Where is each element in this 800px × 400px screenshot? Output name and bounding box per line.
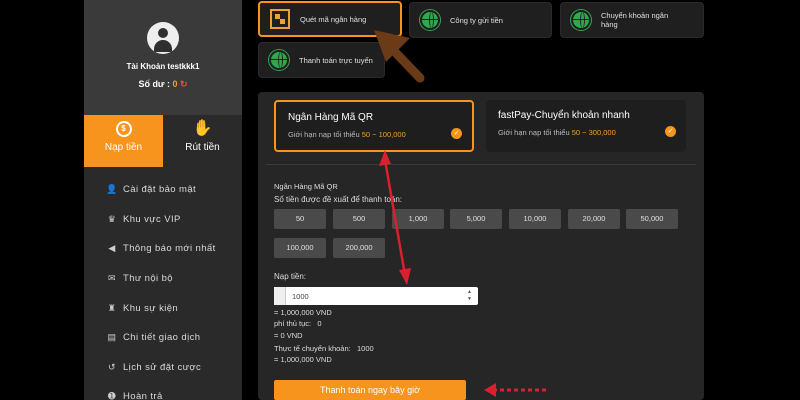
globe-icon xyxy=(269,50,289,70)
balance: Số dư : 0 ↻ xyxy=(84,79,242,90)
method-label: Thanh toán trực tuyến xyxy=(299,55,373,65)
amount-input-box: ▲▼ xyxy=(274,287,478,305)
amount-option[interactable]: 50 xyxy=(274,209,326,229)
amount-option[interactable]: 1,000 xyxy=(392,209,444,229)
deposit-label: Nạp tiền: xyxy=(274,272,307,281)
tab-withdraw[interactable]: ✋ Rút tiền xyxy=(163,115,242,167)
sidebar-item-inbox[interactable]: ✉ Thư nội bộ xyxy=(84,264,242,294)
sidebar-item-refund[interactable]: ➊ Hoàn trả xyxy=(84,382,242,400)
amount-option[interactable]: 500 xyxy=(333,209,385,229)
tab-deposit[interactable]: $ Nạp tiền xyxy=(84,115,163,167)
bank-limit-range: 50 ~ 300,000 xyxy=(571,128,616,137)
tab-withdraw-label: Rút tiền xyxy=(185,142,220,153)
withdraw-icon: ✋ xyxy=(192,120,213,137)
amount-option[interactable]: 200,000 xyxy=(333,238,385,258)
method-company-deposit[interactable]: Công ty gửi tiền xyxy=(409,2,552,38)
bank-card-fastpay[interactable]: fastPay-Chuyển khoản nhanh Giới hạn nạp … xyxy=(486,100,686,152)
balance-label: Số dư : xyxy=(138,79,170,89)
deposit-icon: $ xyxy=(115,121,132,137)
sidebar-item-label: Chi tiết giao dịch xyxy=(123,332,201,344)
actual-value: 1000 xyxy=(357,344,374,353)
divider xyxy=(266,164,696,165)
amount-input[interactable] xyxy=(292,289,452,303)
section-title: Ngân Hàng Mã QR xyxy=(274,182,338,191)
method-label: Công ty gửi tiền xyxy=(450,15,503,25)
sidebar-item-label: Thông báo mới nhất xyxy=(123,243,216,255)
check-icon: ✓ xyxy=(665,126,676,137)
sidebar-item-events[interactable]: ♜ Khu sự kiện xyxy=(84,293,242,323)
refund-icon: ➊ xyxy=(108,391,116,400)
globe-icon xyxy=(420,10,440,30)
fee-label: phí thủ tục: xyxy=(274,319,312,328)
bank-limit: Giới hạn nạp tối thiểu 50 ~ 100,000 xyxy=(288,130,460,139)
deposit-panel: Ngân Hàng Mã QR Giới hạn nạp tối thiểu 5… xyxy=(258,92,704,400)
fee-value: 0 xyxy=(317,319,322,328)
amount-equiv: = 1,000,000 VND xyxy=(274,308,332,317)
method-label: Quét mã ngân hàng xyxy=(300,14,367,24)
sidebar-item-label: Hoàn trả xyxy=(123,391,163,400)
sidebar-item-vip[interactable]: ♛ Khu vực VIP xyxy=(84,205,242,235)
sidebar-item-transactions[interactable]: ▤ Chi tiết giao dịch xyxy=(84,323,242,353)
sidebar-item-label: Cài đặt bảo mật xyxy=(123,184,197,196)
suggest-label: Số tiền được đề xuất để thanh toán: xyxy=(274,195,403,204)
bank-card-qr[interactable]: Ngân Hàng Mã QR Giới hạn nạp tối thiểu 5… xyxy=(274,100,474,152)
sidebar-item-news[interactable]: ◀ Thông báo mới nhất xyxy=(84,234,242,264)
sidebar-item-label: Khu vực VIP xyxy=(123,213,181,225)
amount-option[interactable]: 20,000 xyxy=(568,209,620,229)
bank-limit-label: Giới hạn nạp tối thiểu xyxy=(498,128,570,137)
sidebar: Tài Khoản testkkk1 Số dư : 0 ↻ $ Nạp tiề… xyxy=(84,0,242,400)
wallet-tabs: $ Nạp tiền ✋ Rút tiền xyxy=(84,115,242,167)
history-icon: ↺ xyxy=(108,361,116,372)
amount-option[interactable]: 50,000 xyxy=(626,209,678,229)
megaphone-icon: ◀ xyxy=(108,243,116,254)
tab-deposit-label: Nạp tiền xyxy=(104,142,143,153)
method-bank-transfer[interactable]: Chuyển khoản ngân hàng xyxy=(560,2,704,38)
sidebar-menu: 👤 Cài đặt bảo mật ♛ Khu vực VIP ◀ Thông báo… xyxy=(84,175,242,400)
user-lock-icon: 👤 xyxy=(106,184,118,195)
bank-title: fastPay-Chuyển khoản nhanh xyxy=(498,110,630,121)
bank-limit-range: 50 ~ 100,000 xyxy=(361,130,406,139)
bank-title: Ngân Hàng Mã QR xyxy=(288,112,374,123)
sidebar-item-label: Thư nội bộ xyxy=(123,273,173,285)
globe-icon xyxy=(571,10,591,30)
refresh-icon[interactable]: ↻ xyxy=(180,79,188,89)
amount-option[interactable]: 5,000 xyxy=(450,209,502,229)
account-name: Tài Khoản testkkk1 xyxy=(126,62,200,71)
actual-equiv: = 1,000,000 VND xyxy=(274,355,332,364)
bank-limit: Giới hạn nạp tối thiểu 50 ~ 300,000 xyxy=(498,128,674,137)
balance-value: 0 xyxy=(172,79,178,89)
spinner-icon[interactable]: ▲ ▼ xyxy=(467,289,472,303)
input-handle xyxy=(274,287,286,305)
method-qr-bank[interactable]: Quét mã ngân hàng xyxy=(258,1,402,37)
fee-row: phí thủ tục: 0 xyxy=(274,319,322,328)
sidebar-item-label: Lịch sử đặt cược xyxy=(123,361,202,373)
pay-now-button[interactable]: Thanh toán ngay bây giờ xyxy=(274,380,466,400)
trophy-icon: ♜ xyxy=(107,302,117,313)
method-online-payment[interactable]: Thanh toán trực tuyến xyxy=(258,42,385,78)
document-icon: ▤ xyxy=(107,332,117,343)
actual-label: Thực tế chuyển khoản: xyxy=(274,344,351,353)
actual-row: Thực tế chuyển khoản: 1000 xyxy=(274,344,374,353)
check-icon: ✓ xyxy=(451,128,462,139)
profile-section: Tài Khoản testkkk1 Số dư : 0 ↻ xyxy=(84,0,242,115)
sidebar-item-security[interactable]: 👤 Cài đặt bảo mật xyxy=(84,175,242,205)
bank-limit-label: Giới hạn nạp tối thiểu xyxy=(288,130,360,139)
sidebar-item-bet-history[interactable]: ↺ Lịch sử đặt cược xyxy=(84,353,242,383)
amount-option[interactable]: 100,000 xyxy=(274,238,326,258)
avatar xyxy=(147,22,179,54)
method-label: Chuyển khoản ngân hàng xyxy=(601,11,669,29)
crown-icon: ♛ xyxy=(107,213,117,224)
fee-equiv: = 0 VND xyxy=(274,331,303,340)
qr-icon xyxy=(270,9,290,29)
mail-icon: ✉ xyxy=(108,273,116,284)
sidebar-item-label: Khu sự kiện xyxy=(123,302,179,314)
amount-option[interactable]: 10,000 xyxy=(509,209,561,229)
